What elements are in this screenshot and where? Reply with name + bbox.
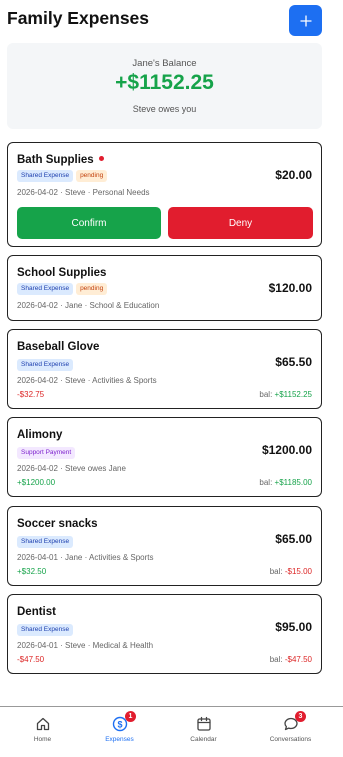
nav-label: Conversations — [269, 736, 312, 743]
shared-expense-badge: Shared Expense — [17, 536, 74, 548]
expense-meta: 2026-04-02 · Steve · Activities & Sports — [17, 376, 157, 385]
expense-name: Alimony — [17, 429, 63, 441]
expense-name: Dentist — [17, 606, 56, 618]
share-amount: -$47.50 — [17, 655, 45, 664]
bottom-nav: Home $ 1 Expenses Calendar 3 Conversatio… — [0, 706, 343, 757]
running-balance: bal: +$1185.00 — [259, 478, 312, 487]
pending-badge: pending — [76, 283, 108, 295]
conversations-badge: 3 — [295, 711, 306, 722]
expense-name: Soccer snacks — [17, 518, 98, 530]
support-payment-badge: Support Payment — [17, 447, 76, 459]
nav-home[interactable]: Home — [0, 707, 85, 757]
shared-expense-badge: Shared Expense — [17, 624, 74, 636]
home-icon — [36, 717, 49, 731]
shared-expense-badge: Shared Expense — [17, 170, 74, 182]
header: Family Expenses — [0, 0, 343, 40]
svg-text:$: $ — [117, 719, 122, 729]
expense-card[interactable]: School Supplies $120.00 Shared Expense p… — [7, 255, 322, 321]
nav-label: Calendar — [190, 736, 217, 743]
expense-meta: 2026-04-02 · Steve · Personal Needs — [17, 188, 150, 197]
expense-amount: $95.00 — [275, 620, 312, 634]
expense-name: Bath Supplies — [17, 154, 104, 166]
expense-meta: 2026-04-02 · Jane · School & Education — [17, 301, 160, 310]
calendar-icon — [196, 716, 211, 731]
running-balance: bal: -$15.00 — [269, 567, 312, 576]
expense-name: Baseball Glove — [17, 341, 100, 353]
shared-expense-badge: Shared Expense — [17, 283, 74, 295]
balance-label: Jane's Balance — [132, 58, 197, 69]
share-amount: -$32.75 — [17, 390, 45, 399]
expense-card[interactable]: Alimony $1200.00 Support Payment 2026-04… — [7, 417, 322, 497]
confirm-button[interactable]: Confirm — [17, 207, 161, 239]
share-amount: +$1200.00 — [17, 478, 56, 487]
nav-label: Home — [33, 736, 52, 743]
expense-meta: 2026-04-02 · Steve owes Jane — [17, 464, 126, 473]
page-title: Family Expenses — [7, 8, 150, 28]
balance-card: Jane's Balance +$1152.25 Steve owes you — [7, 43, 322, 129]
unread-dot-icon — [98, 156, 104, 162]
shared-expense-badge: Shared Expense — [17, 359, 74, 371]
expense-meta: 2026-04-01 · Jane · Activities & Sports — [17, 553, 154, 562]
balance-subtitle: Steve owes you — [132, 104, 197, 114]
expense-card[interactable]: Dentist $95.00 Shared Expense 2026-04-01… — [7, 594, 322, 674]
expense-name: School Supplies — [17, 267, 107, 279]
running-balance: bal: +$1152.25 — [259, 390, 312, 399]
nav-expenses[interactable]: $ 1 Expenses — [77, 707, 162, 757]
nav-conversations[interactable]: 3 Conversations — [248, 707, 333, 757]
expense-amount: $120.00 — [268, 281, 312, 295]
balance-amount: +$1152.25 — [115, 71, 214, 94]
add-expense-button[interactable] — [289, 5, 322, 36]
expense-meta: 2026-04-01 · Steve · Medical & Health — [17, 641, 154, 650]
nav-calendar[interactable]: Calendar — [161, 707, 246, 757]
expense-amount: $65.00 — [275, 532, 312, 546]
deny-button[interactable]: Deny — [168, 207, 313, 239]
plus-icon — [299, 14, 312, 27]
expenses-badge: 1 — [125, 711, 136, 722]
expense-card[interactable]: Bath Supplies $20.00 Shared Expense pend… — [7, 142, 322, 247]
expense-amount: $1200.00 — [261, 443, 312, 457]
running-balance: bal: -$47.50 — [269, 655, 312, 664]
expense-card[interactable]: Soccer snacks $65.00 Shared Expense 2026… — [7, 506, 322, 586]
expense-amount: $20.00 — [275, 168, 312, 182]
nav-label: Expenses — [105, 736, 134, 743]
share-amount: +$32.50 — [17, 567, 47, 576]
pending-badge: pending — [76, 170, 108, 182]
expense-card[interactable]: Baseball Glove $65.50 Shared Expense 202… — [7, 329, 322, 409]
expense-amount: $65.50 — [275, 355, 312, 369]
